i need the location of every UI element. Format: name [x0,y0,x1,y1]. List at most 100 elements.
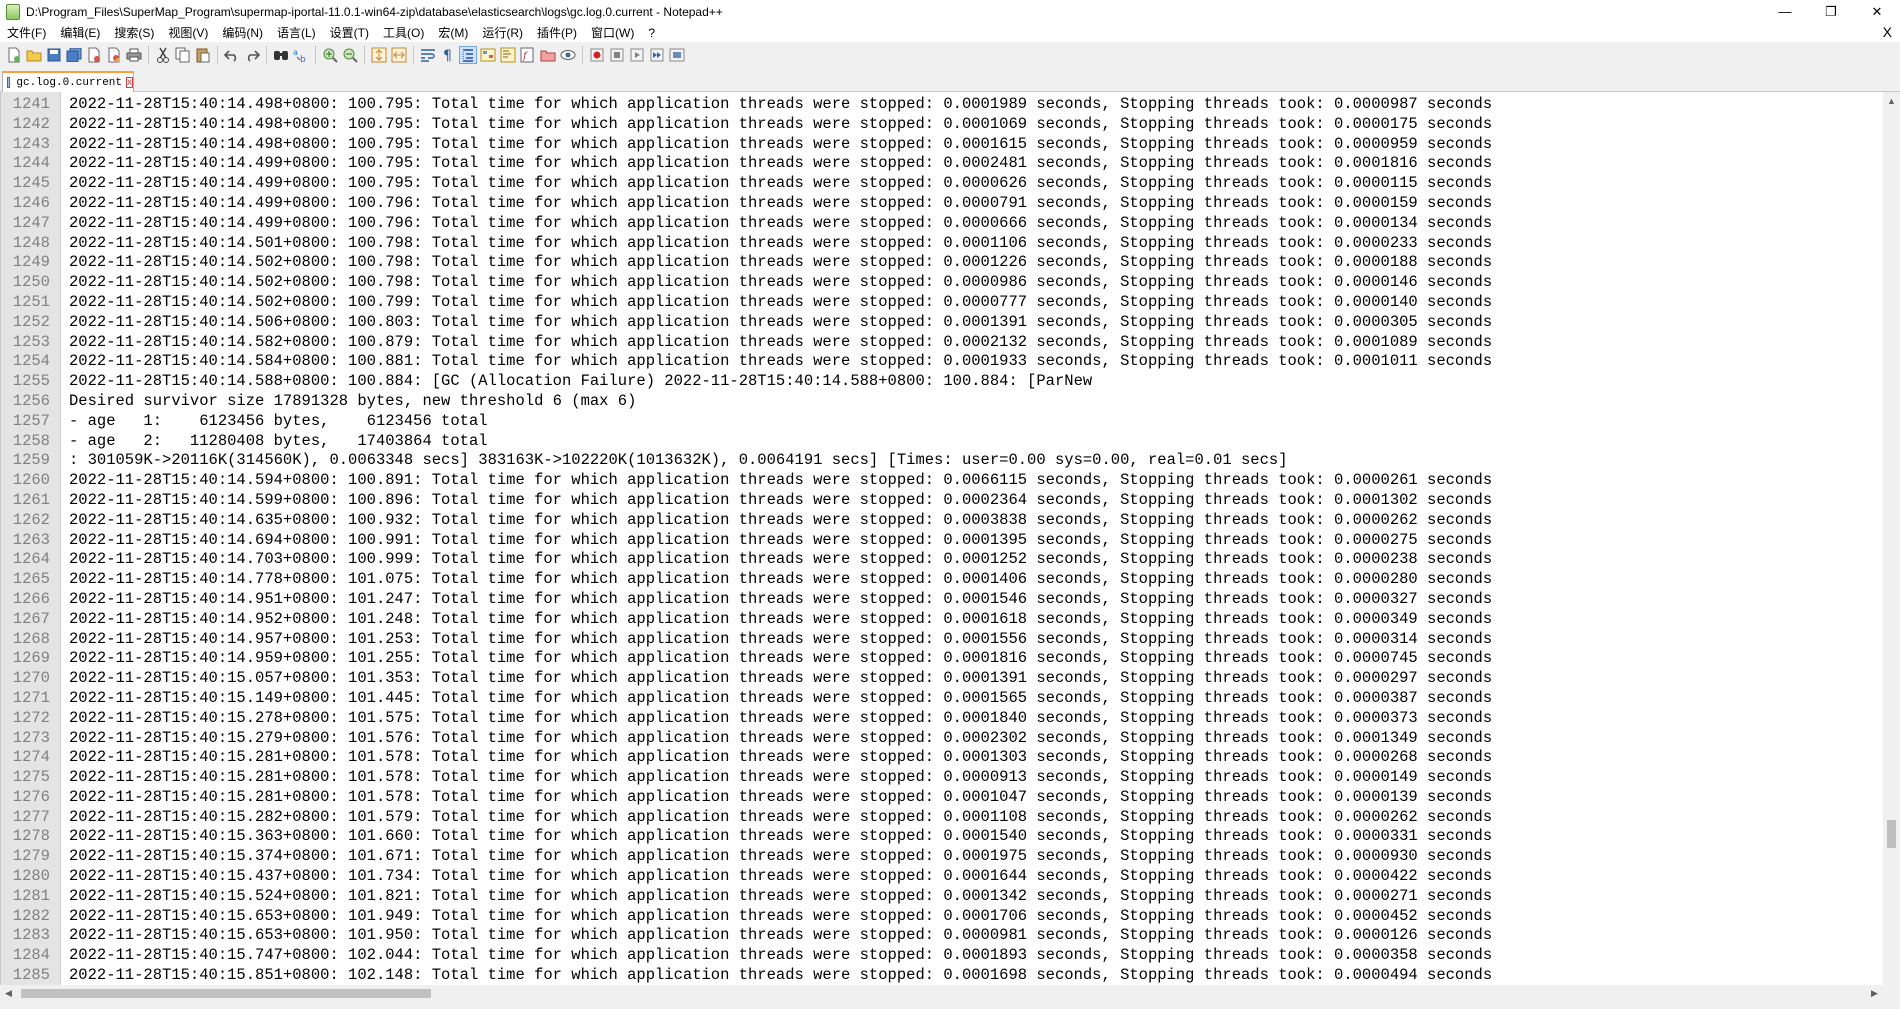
editor-line[interactable]: 1282 2022-11-28T15:40:15.653+0800: 101.94… [1,907,1492,927]
editor-line[interactable]: 1255 2022-11-28T15:40:14.588+0800: 100.88… [1,372,1492,392]
menu-run[interactable]: 运行(R) [475,24,530,41]
editor-line[interactable]: 1276 2022-11-28T15:40:15.281+0800: 101.57… [1,788,1492,808]
editor-line[interactable]: 1274 2022-11-28T15:40:15.281+0800: 101.57… [1,748,1492,768]
maximize-button[interactable]: ❐ [1808,0,1854,23]
editor-line[interactable]: 1261 2022-11-28T15:40:14.599+0800: 100.89… [1,491,1492,511]
line-text[interactable]: : 301059K->20116K(314560K), 0.0063348 se… [50,451,1288,471]
paste-icon[interactable] [195,47,211,63]
menu-help[interactable]: ? [641,26,662,40]
line-text[interactable]: 2022-11-28T15:40:15.057+0800: 101.353: T… [50,669,1492,689]
save-icon[interactable] [46,47,62,63]
line-text[interactable]: 2022-11-28T15:40:14.501+0800: 100.798: T… [50,234,1492,254]
editor-line[interactable]: 1280 2022-11-28T15:40:15.437+0800: 101.73… [1,867,1492,887]
line-text[interactable]: 2022-11-28T15:40:14.599+0800: 100.896: T… [50,491,1492,511]
word-wrap-icon[interactable] [420,47,436,63]
line-text[interactable]: - age 2: 11280408 bytes, 17403864 total [50,432,488,452]
line-text[interactable]: 2022-11-28T15:40:14.959+0800: 101.255: T… [50,649,1492,669]
editor-line[interactable]: 1244 2022-11-28T15:40:14.499+0800: 100.79… [1,154,1492,174]
line-text[interactable]: 2022-11-28T15:40:14.778+0800: 101.075: T… [50,570,1492,590]
print-icon[interactable] [126,47,142,63]
editor-line[interactable]: 1259: 301059K->20116K(314560K), 0.006334… [1,451,1492,471]
line-text[interactable]: 2022-11-28T15:40:14.584+0800: 100.881: T… [50,352,1492,372]
line-text[interactable]: 2022-11-28T15:40:15.281+0800: 101.578: T… [50,768,1492,788]
editor-area[interactable]: 1241 2022-11-28T15:40:14.498+0800: 100.79… [0,92,1883,985]
line-text[interactable]: 2022-11-28T15:40:15.851+0800: 102.148: T… [50,966,1492,985]
editor-line[interactable]: 1247 2022-11-28T15:40:14.499+0800: 100.79… [1,214,1492,234]
line-text[interactable]: 2022-11-28T15:40:14.499+0800: 100.796: T… [50,194,1492,214]
redo-icon[interactable] [244,47,260,63]
find-icon[interactable] [273,47,289,63]
editor-line[interactable]: 1268 2022-11-28T15:40:14.957+0800: 101.25… [1,630,1492,650]
show-all-chars-icon[interactable]: ¶ [440,47,456,63]
editor-line[interactable]: 1270 2022-11-28T15:40:15.057+0800: 101.35… [1,669,1492,689]
editor-line[interactable]: 1281 2022-11-28T15:40:15.524+0800: 101.82… [1,887,1492,907]
tab-close-icon[interactable]: x [126,77,133,88]
line-text[interactable]: 2022-11-28T15:40:15.524+0800: 101.821: T… [50,887,1492,907]
menu-file[interactable]: 文件(F) [0,24,53,41]
open-file-icon[interactable] [26,47,42,63]
editor-line[interactable]: 1266 2022-11-28T15:40:14.951+0800: 101.24… [1,590,1492,610]
line-text[interactable]: 2022-11-28T15:40:14.506+0800: 100.803: T… [50,313,1492,333]
editor-line[interactable]: 1251 2022-11-28T15:40:14.502+0800: 100.79… [1,293,1492,313]
save-macro-icon[interactable] [669,47,685,63]
close-all-icon[interactable] [106,47,122,63]
line-text[interactable]: 2022-11-28T15:40:14.594+0800: 100.891: T… [50,471,1492,491]
line-text[interactable]: 2022-11-28T15:40:14.498+0800: 100.795: T… [50,95,1492,115]
line-text[interactable]: 2022-11-28T15:40:14.499+0800: 100.796: T… [50,214,1492,234]
menu-macro[interactable]: 宏(M) [431,24,475,41]
sync-horizontal-icon[interactable] [391,47,407,63]
editor-line[interactable]: 1241 2022-11-28T15:40:14.498+0800: 100.79… [1,95,1492,115]
scroll-right-arrow-icon[interactable]: ▶ [1866,985,1883,1002]
editor-line[interactable]: 1285 2022-11-28T15:40:15.851+0800: 102.14… [1,966,1492,985]
editor-line[interactable]: 1264 2022-11-28T15:40:14.703+0800: 100.99… [1,550,1492,570]
folder-workspace-icon[interactable] [540,47,556,63]
editor-line[interactable]: 1284 2022-11-28T15:40:15.747+0800: 102.04… [1,946,1492,966]
language-define-icon[interactable] [480,47,496,63]
editor-line[interactable]: 1267 2022-11-28T15:40:14.952+0800: 101.24… [1,610,1492,630]
line-text[interactable]: 2022-11-28T15:40:14.499+0800: 100.795: T… [50,174,1492,194]
menu-search[interactable]: 搜索(S) [107,24,161,41]
editor-line[interactable]: 1242 2022-11-28T15:40:14.498+0800: 100.79… [1,115,1492,135]
editor-line[interactable]: 1248 2022-11-28T15:40:14.501+0800: 100.79… [1,234,1492,254]
line-text[interactable]: 2022-11-28T15:40:15.149+0800: 101.445: T… [50,689,1492,709]
horizontal-scrollbar[interactable]: ◀ ▶ [0,985,1883,1002]
document-map-icon[interactable] [500,47,516,63]
zoom-out-icon[interactable] [342,47,358,63]
notepadpp-app-icon[interactable] [6,3,20,20]
line-text[interactable]: 2022-11-28T15:40:15.437+0800: 101.734: T… [50,867,1492,887]
line-text[interactable]: 2022-11-28T15:40:14.635+0800: 100.932: T… [50,511,1492,531]
editor-line[interactable]: 1243 2022-11-28T15:40:14.498+0800: 100.79… [1,135,1492,155]
sync-vertical-icon[interactable] [371,47,387,63]
menu-edit[interactable]: 编辑(E) [53,24,107,41]
close-window-button[interactable]: ✕ [1854,0,1900,23]
editor-line[interactable]: 1273 2022-11-28T15:40:15.279+0800: 101.57… [1,729,1492,749]
new-file-icon[interactable] [6,47,22,63]
line-text[interactable]: 2022-11-28T15:40:15.281+0800: 101.578: T… [50,748,1492,768]
editor-line[interactable]: 1272 2022-11-28T15:40:15.278+0800: 101.57… [1,709,1492,729]
save-all-icon[interactable] [66,47,82,63]
line-text[interactable]: Desired survivor size 17891328 bytes, ne… [50,392,636,412]
menu-settings[interactable]: 设置(T) [323,24,376,41]
minimize-button[interactable]: — [1762,0,1808,23]
stop-macro-icon[interactable] [609,47,625,63]
line-text[interactable]: 2022-11-28T15:40:14.499+0800: 100.795: T… [50,154,1492,174]
editor-line[interactable]: 1256 Desired survivor size 17891328 bytes… [1,392,1492,412]
editor-line[interactable]: 1254 2022-11-28T15:40:14.584+0800: 100.88… [1,352,1492,372]
menu-window[interactable]: 窗口(W) [584,24,641,41]
menu-plugins[interactable]: 插件(P) [530,24,584,41]
line-text[interactable]: 2022-11-28T15:40:15.363+0800: 101.660: T… [50,827,1492,847]
line-text[interactable]: 2022-11-28T15:40:14.502+0800: 100.799: T… [50,293,1492,313]
line-text[interactable]: 2022-11-28T15:40:14.952+0800: 101.248: T… [50,610,1492,630]
undo-icon[interactable] [224,47,240,63]
editor-line[interactable]: 1250 2022-11-28T15:40:14.502+0800: 100.79… [1,273,1492,293]
editor-line[interactable]: 1263 2022-11-28T15:40:14.694+0800: 100.99… [1,531,1492,551]
scroll-left-arrow-icon[interactable]: ◀ [0,985,17,1002]
run-macro-multiple-icon[interactable] [649,47,665,63]
line-text[interactable]: 2022-11-28T15:40:15.653+0800: 101.950: T… [50,926,1492,946]
monitoring-icon[interactable] [560,47,576,63]
editor-line[interactable]: 1252 2022-11-28T15:40:14.506+0800: 100.80… [1,313,1492,333]
copy-icon[interactable] [175,47,191,63]
vertical-scrollbar[interactable]: ▲ [1883,92,1900,985]
editor-line[interactable]: 1257- age 1: 6123456 bytes, 6123456 tota… [1,412,1492,432]
cut-icon[interactable] [155,47,171,63]
